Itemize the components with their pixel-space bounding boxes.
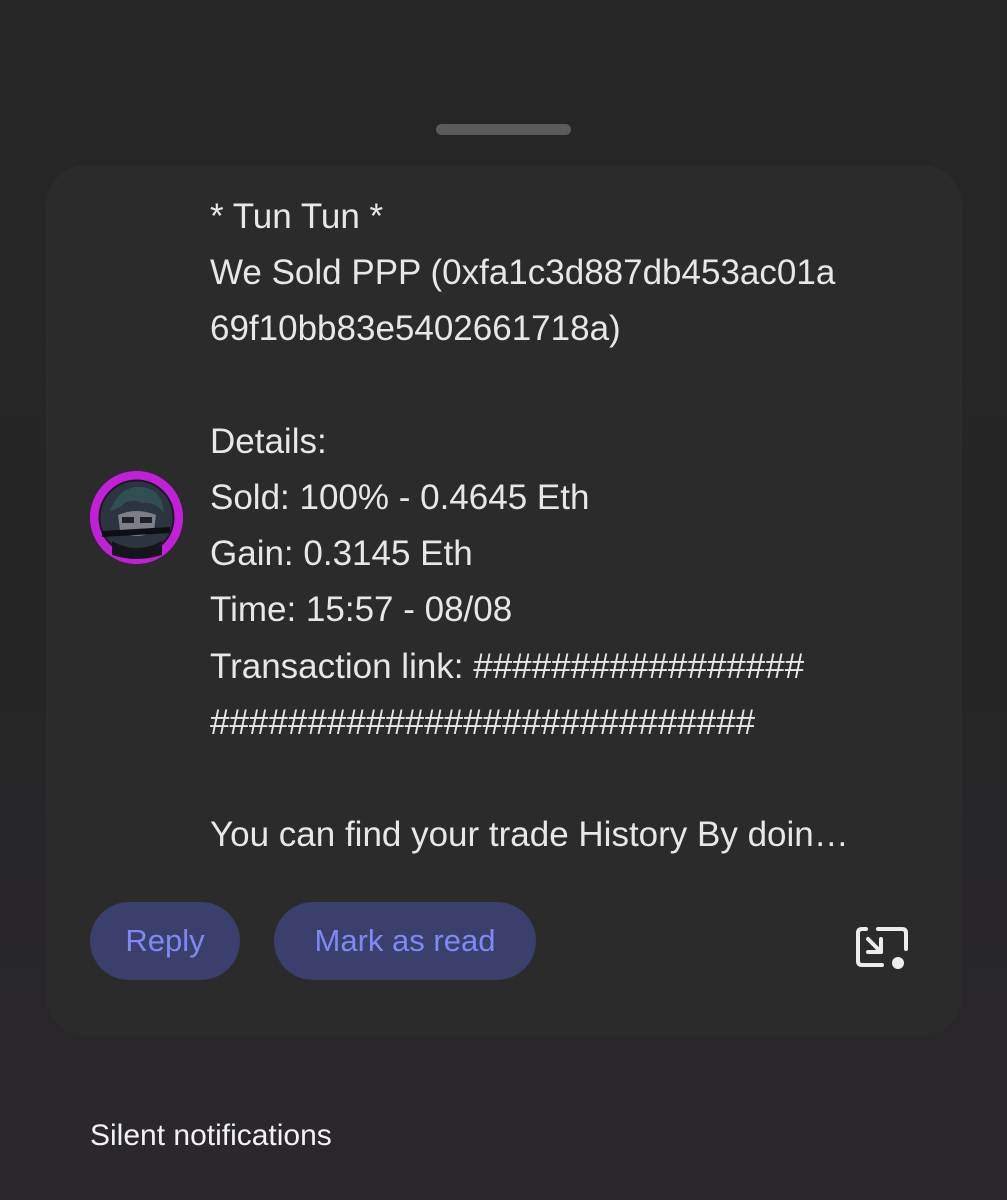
bot-avatar-icon bbox=[90, 471, 183, 564]
reply-button[interactable]: Reply bbox=[90, 902, 240, 980]
notification-card[interactable]: * Tun Tun * We Sold PPP (0xfa1c3d887db453… bbox=[46, 165, 962, 1036]
message-line: We Sold PPP (0xfa1c3d887db453ac01a bbox=[210, 253, 836, 293]
message-line: ############################ bbox=[210, 702, 756, 742]
notification-message: * Tun Tun * We Sold PPP (0xfa1c3d887db453… bbox=[210, 189, 930, 863]
message-line: You can find your trade History By doin… bbox=[210, 815, 849, 855]
message-line bbox=[210, 358, 930, 414]
popout-window-icon[interactable] bbox=[854, 923, 910, 971]
message-line: Time: 15:57 - 08/08 bbox=[210, 590, 513, 630]
message-line: * Tun Tun * bbox=[210, 197, 384, 236]
message-line: Transaction link: ################# bbox=[210, 646, 805, 686]
message-line: Sold: 100% - 0.4645 Eth bbox=[210, 478, 590, 518]
drag-handle[interactable] bbox=[436, 124, 571, 135]
message-line: Details: bbox=[210, 421, 327, 461]
mark-as-read-button[interactable]: Mark as read bbox=[274, 902, 536, 980]
message-line: Gain: 0.3145 Eth bbox=[210, 534, 473, 574]
message-line: 69f10bb83e5402661718a) bbox=[210, 309, 621, 349]
message-line bbox=[210, 751, 930, 807]
silent-notifications-header: Silent notifications bbox=[90, 1119, 332, 1152]
